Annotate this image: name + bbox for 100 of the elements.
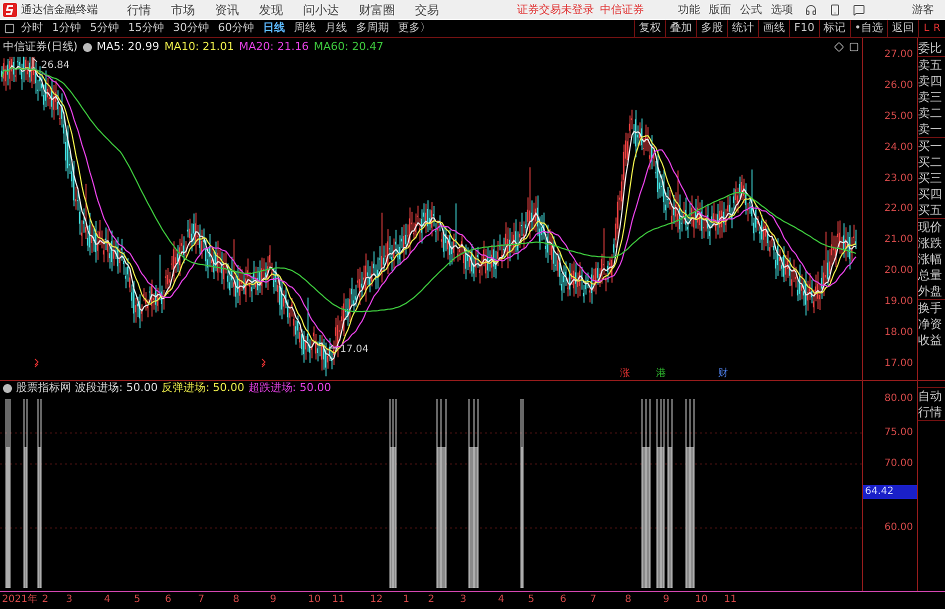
quote-field-label[interactable]: 委比 — [918, 40, 942, 56]
moving-average-value: MA60: 20.47 — [314, 38, 384, 55]
menu-item[interactable]: 财富圈 — [359, 1, 395, 19]
corner-label: L — [924, 22, 930, 36]
price-axis-label: 20.00 — [884, 264, 913, 278]
date-axis-label: 10 — [308, 593, 321, 607]
date-axis-label: 12 — [370, 593, 383, 607]
message-icon[interactable] — [853, 4, 865, 16]
quote-field-label[interactable]: 卖三 — [918, 89, 942, 105]
date-axis-label: 7 — [590, 593, 596, 607]
period-tab[interactable]: 1分钟 — [52, 20, 81, 37]
period-tab[interactable]: 分时 — [21, 20, 43, 37]
user-button[interactable]: 游客 — [912, 2, 934, 18]
menu-item[interactable]: 资讯 — [215, 1, 239, 19]
event-marker-icon[interactable] — [262, 358, 266, 368]
date-axis-label: 9 — [663, 593, 670, 607]
price-axis-label: 19.00 — [884, 295, 913, 310]
menu-item[interactable]: 功能 — [678, 2, 700, 18]
menu-item[interactable]: 市场 — [171, 1, 195, 19]
toolbar-button[interactable]: F10 — [789, 20, 818, 37]
price-axis-label: 23.00 — [884, 172, 913, 186]
menu-item[interactable]: 问小达 — [303, 1, 339, 19]
quote-field-label[interactable]: 卖五 — [918, 57, 942, 73]
phone-icon[interactable] — [829, 4, 841, 16]
date-axis-label: 3 — [460, 593, 466, 607]
price-axis-label: 17.00 — [884, 356, 913, 371]
quote-field-label[interactable]: 涨跌 — [918, 235, 942, 251]
app-title: 通达信金融终端 — [21, 2, 99, 18]
event-label[interactable]: 涨 — [620, 368, 630, 379]
indicator-value: 波段进场: 50.00 — [75, 380, 158, 396]
side-menu-item[interactable]: 自动 — [918, 388, 942, 404]
toolbar-button[interactable]: 复权 — [634, 20, 666, 37]
indicator-axis-label: 70.00 — [884, 457, 914, 471]
price-axis-label: 18.00 — [884, 326, 913, 340]
event-label[interactable]: 港 — [656, 368, 666, 379]
period-tab[interactable]: 更多〉 — [398, 20, 431, 37]
quote-field-label[interactable]: 卖一 — [918, 121, 942, 137]
toolbar-button[interactable]: 返回 — [887, 20, 918, 37]
menu-item[interactable]: 版面 — [709, 2, 731, 18]
diamond-icon[interactable] — [834, 42, 844, 52]
menu-item[interactable]: 交易 — [415, 1, 439, 19]
quote-field-label[interactable]: 买三 — [918, 170, 942, 186]
headset-icon[interactable] — [805, 4, 817, 16]
date-axis-label: 7 — [198, 593, 204, 607]
date-axis-label: 6 — [165, 593, 172, 607]
price-axis-label: 26.00 — [884, 78, 913, 93]
settings-icon[interactable] — [3, 384, 12, 392]
toolbar-button[interactable]: 多股 — [696, 20, 728, 37]
high-price-label: 26.84 — [41, 60, 70, 71]
quote-field-label[interactable]: 卖二 — [918, 105, 942, 121]
quote-field-label[interactable]: 买一 — [918, 138, 942, 154]
window-icon[interactable] — [849, 42, 859, 52]
period-tab[interactable]: 15分钟 — [128, 20, 164, 37]
period-tab[interactable]: 60分钟 — [218, 20, 254, 37]
toolbar-button[interactable]: 叠加 — [665, 20, 696, 37]
indicator-value: 超跌进场: 50.00 — [248, 380, 332, 396]
quote-field-label[interactable]: 买五 — [918, 202, 942, 218]
menu-item[interactable]: 公式 — [740, 2, 762, 18]
quote-field-label[interactable]: 净资 — [918, 316, 942, 332]
side-menu-item[interactable]: 行情 — [918, 404, 942, 420]
period-tab[interactable]: 月线 — [325, 20, 347, 37]
period-tab[interactable]: 30分钟 — [173, 20, 209, 37]
quote-field-label[interactable]: 总量 — [918, 267, 942, 283]
quote-field-label[interactable]: 换手 — [918, 300, 942, 316]
quote-field-label[interactable]: 涨幅 — [918, 251, 942, 267]
app-logo-icon — [3, 3, 17, 17]
date-axis-label: 5 — [528, 593, 534, 607]
event-label[interactable]: 财 — [718, 368, 728, 379]
moving-average-value: MA20: 21.16 — [239, 38, 309, 55]
quote-field-label[interactable]: 收益 — [918, 332, 942, 348]
date-axis-label: 6 — [560, 593, 566, 607]
low-price-label: 17.04 — [340, 344, 369, 355]
login-status: 证券交易未登录 — [517, 2, 594, 18]
toolbar-button[interactable]: 画线 — [758, 20, 790, 37]
stock-title: 中信证券(日线) — [3, 38, 78, 55]
menu-item[interactable]: 选项 — [771, 2, 793, 18]
quote-field-label[interactable]: 外盘 — [918, 283, 942, 299]
date-axis-label: 10 — [695, 593, 708, 607]
quote-field-label[interactable]: 买四 — [918, 186, 942, 202]
period-tab[interactable]: 5分钟 — [90, 20, 119, 37]
date-axis-label: 9 — [270, 593, 276, 607]
date-axis-label: 8 — [233, 593, 240, 607]
period-tab[interactable]: 多周期 — [356, 20, 389, 37]
date-axis-label: 11 — [724, 593, 737, 607]
indicator-name: 股票指标网 — [16, 380, 71, 396]
toolbar-button[interactable]: 标记 — [818, 20, 850, 37]
toolbar-button[interactable]: •自选 — [850, 20, 887, 37]
menu-item[interactable]: 发现 — [259, 1, 283, 19]
quote-field-label[interactable]: 卖四 — [918, 73, 942, 89]
period-tab[interactable]: 日线 — [263, 20, 285, 37]
period-tab[interactable]: 周线 — [294, 20, 316, 37]
event-marker-icon[interactable] — [34, 358, 39, 368]
login-status: 中信证券 — [600, 2, 644, 18]
panel-toggle-icon[interactable] — [4, 23, 15, 34]
menu-item[interactable]: 行情 — [127, 1, 151, 19]
date-axis-label: 2 — [428, 593, 434, 607]
quote-field-label[interactable]: 买二 — [918, 154, 942, 170]
toolbar-button[interactable]: 统计 — [727, 20, 758, 37]
quote-field-label[interactable]: 现价 — [918, 219, 942, 235]
settings-icon[interactable] — [82, 42, 92, 52]
